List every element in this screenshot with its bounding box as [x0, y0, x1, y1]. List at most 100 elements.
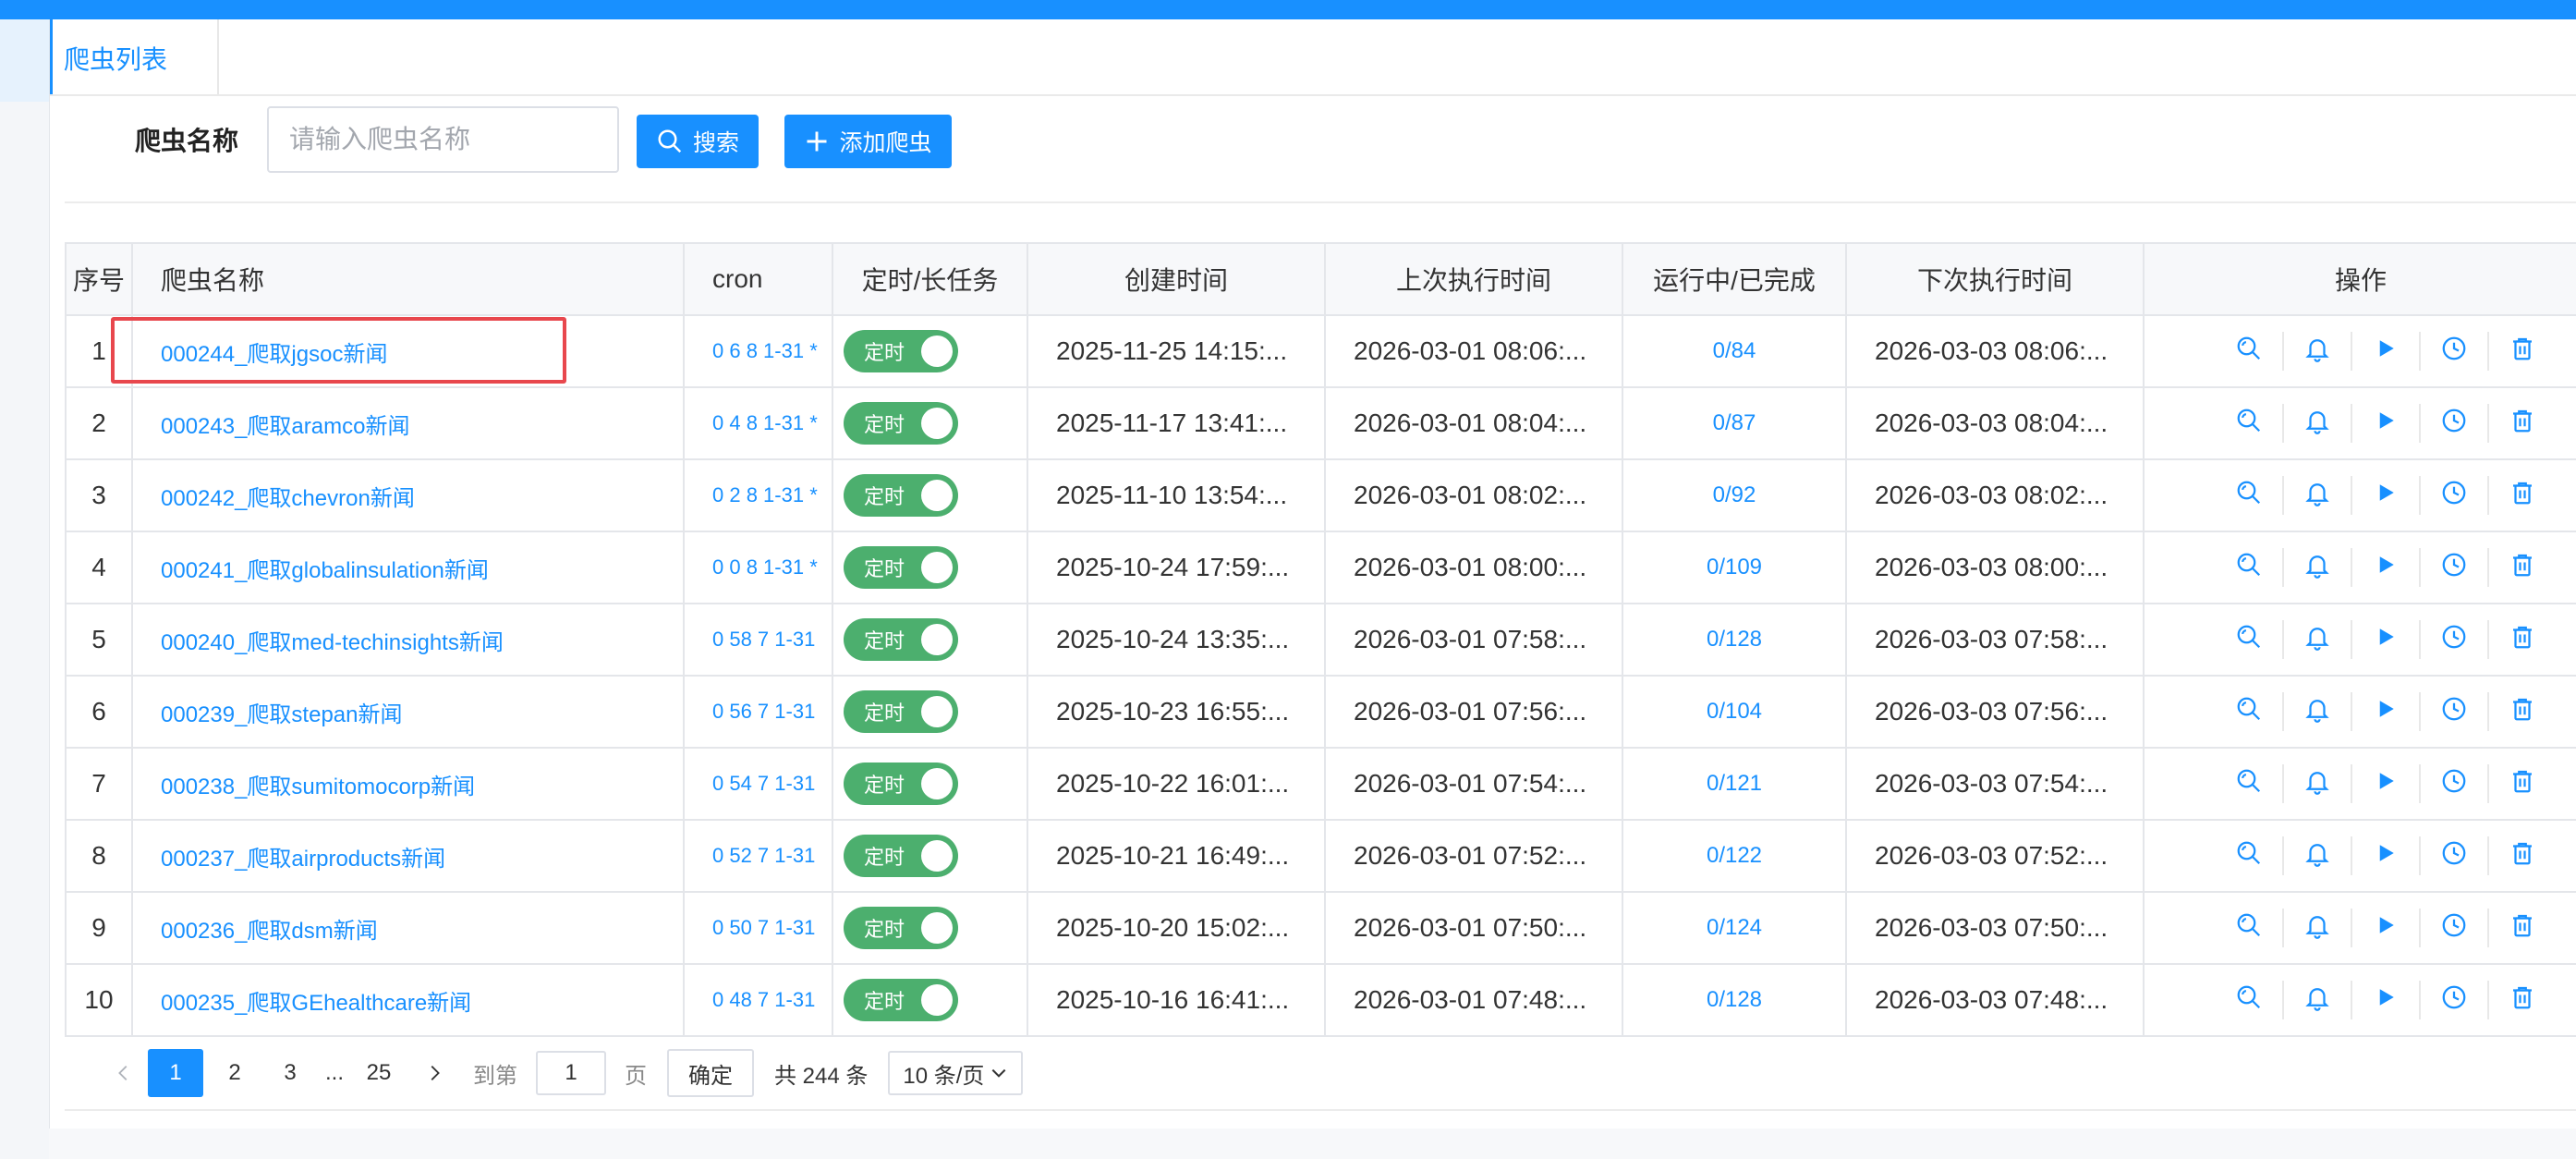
clock-action-button[interactable] — [2421, 836, 2489, 875]
spider-name-link[interactable]: 000241_爬取globalinsulation新闻 — [131, 531, 685, 604]
search-action-button[interactable] — [2216, 981, 2284, 1019]
trash-action-button[interactable] — [2489, 620, 2556, 659]
trash-action-button[interactable] — [2489, 692, 2556, 731]
search-action-button[interactable] — [2216, 620, 2284, 659]
bell-action-button[interactable] — [2284, 404, 2352, 443]
schedule-toggle[interactable]: 定时 — [844, 979, 958, 1021]
cron-value[interactable]: 0 58 7 1-31 — [683, 603, 833, 677]
play-action-button[interactable] — [2352, 981, 2421, 1019]
bell-action-button[interactable] — [2284, 620, 2352, 659]
spider-name-link[interactable]: 000236_爬取dsm新闻 — [131, 891, 685, 965]
running-done-count[interactable]: 0/109 — [1622, 531, 1847, 604]
goto-page-input[interactable] — [536, 1051, 606, 1095]
search-action-button[interactable] — [2216, 909, 2284, 947]
spider-name-link[interactable]: 000238_爬取sumitomocorp新闻 — [131, 747, 685, 821]
cron-value[interactable]: 0 6 8 1-31 * — [683, 314, 833, 388]
search-button[interactable]: 搜索 — [637, 115, 759, 168]
clock-action-button[interactable] — [2421, 909, 2489, 947]
trash-action-button[interactable] — [2489, 332, 2556, 371]
search-action-button[interactable] — [2216, 404, 2284, 443]
page-1-button[interactable]: 1 — [148, 1049, 203, 1097]
page-ellipsis[interactable]: ... — [322, 1049, 347, 1097]
bell-action-button[interactable] — [2284, 692, 2352, 731]
play-action-button[interactable] — [2352, 476, 2421, 515]
running-done-count[interactable]: 0/121 — [1622, 747, 1847, 821]
play-action-button[interactable] — [2352, 909, 2421, 947]
confirm-button[interactable]: 确定 — [667, 1049, 754, 1097]
trash-action-button[interactable] — [2489, 909, 2556, 947]
play-action-button[interactable] — [2352, 836, 2421, 875]
schedule-toggle[interactable]: 定时 — [844, 402, 958, 445]
running-done-count[interactable]: 0/128 — [1622, 963, 1847, 1037]
search-action-button[interactable] — [2216, 764, 2284, 803]
bell-action-button[interactable] — [2284, 836, 2352, 875]
search-action-button[interactable] — [2216, 692, 2284, 731]
clock-action-button[interactable] — [2421, 404, 2489, 443]
sidebar-active-item[interactable] — [0, 19, 49, 102]
play-action-button[interactable] — [2352, 332, 2421, 371]
clock-action-button[interactable] — [2421, 692, 2489, 731]
add-spider-button[interactable]: 添加爬虫 — [784, 115, 952, 168]
schedule-toggle[interactable]: 定时 — [844, 618, 958, 661]
trash-action-button[interactable] — [2489, 981, 2556, 1019]
trash-action-button[interactable] — [2489, 764, 2556, 803]
schedule-toggle[interactable]: 定时 — [844, 546, 958, 589]
spider-name-link[interactable]: 000235_爬取GEhealthcare新闻 — [131, 963, 685, 1037]
bell-action-button[interactable] — [2284, 332, 2352, 371]
spider-name-link[interactable]: 000240_爬取med-techinsights新闻 — [131, 603, 685, 677]
clock-action-button[interactable] — [2421, 620, 2489, 659]
cron-value[interactable]: 0 4 8 1-31 * — [683, 386, 833, 460]
spider-name-link[interactable]: 000243_爬取aramco新闻 — [131, 386, 685, 460]
clock-action-button[interactable] — [2421, 476, 2489, 515]
running-done-count[interactable]: 0/84 — [1622, 314, 1847, 388]
bell-action-button[interactable] — [2284, 981, 2352, 1019]
running-done-count[interactable]: 0/104 — [1622, 675, 1847, 749]
spider-name-input[interactable] — [267, 106, 619, 173]
trash-action-button[interactable] — [2489, 836, 2556, 875]
running-done-count[interactable]: 0/122 — [1622, 819, 1847, 893]
page-size-select[interactable]: 10 条/页 — [888, 1051, 1024, 1095]
schedule-toggle[interactable]: 定时 — [844, 907, 958, 949]
bell-action-button[interactable] — [2284, 909, 2352, 947]
page-25-button[interactable]: 25 — [355, 1049, 403, 1097]
running-done-count[interactable]: 0/92 — [1622, 458, 1847, 532]
cron-value[interactable]: 0 48 7 1-31 — [683, 963, 833, 1037]
search-action-button[interactable] — [2216, 548, 2284, 587]
clock-action-button[interactable] — [2421, 981, 2489, 1019]
running-done-count[interactable]: 0/128 — [1622, 603, 1847, 677]
cron-value[interactable]: 0 0 8 1-31 * — [683, 531, 833, 604]
clock-action-button[interactable] — [2421, 332, 2489, 371]
cron-value[interactable]: 0 50 7 1-31 — [683, 891, 833, 965]
search-action-button[interactable] — [2216, 332, 2284, 371]
cron-value[interactable]: 0 54 7 1-31 — [683, 747, 833, 821]
play-action-button[interactable] — [2352, 764, 2421, 803]
clock-action-button[interactable] — [2421, 764, 2489, 803]
page-3-button[interactable]: 3 — [266, 1049, 314, 1097]
tab-spider-list[interactable]: 爬虫列表 — [50, 19, 219, 94]
running-done-count[interactable]: 0/87 — [1622, 386, 1847, 460]
cron-value[interactable]: 0 52 7 1-31 — [683, 819, 833, 893]
page-2-button[interactable]: 2 — [211, 1049, 259, 1097]
spider-name-link[interactable]: 000242_爬取chevron新闻 — [131, 458, 685, 532]
trash-action-button[interactable] — [2489, 404, 2556, 443]
play-action-button[interactable] — [2352, 548, 2421, 587]
play-action-button[interactable] — [2352, 620, 2421, 659]
schedule-toggle[interactable]: 定时 — [844, 330, 958, 372]
prev-page-button[interactable] — [100, 1049, 148, 1097]
running-done-count[interactable]: 0/124 — [1622, 891, 1847, 965]
trash-action-button[interactable] — [2489, 476, 2556, 515]
clock-action-button[interactable] — [2421, 548, 2489, 587]
play-action-button[interactable] — [2352, 692, 2421, 731]
next-page-button[interactable] — [410, 1049, 458, 1097]
bell-action-button[interactable] — [2284, 764, 2352, 803]
play-action-button[interactable] — [2352, 404, 2421, 443]
cron-value[interactable]: 0 56 7 1-31 — [683, 675, 833, 749]
search-action-button[interactable] — [2216, 476, 2284, 515]
bell-action-button[interactable] — [2284, 548, 2352, 587]
schedule-toggle[interactable]: 定时 — [844, 835, 958, 877]
schedule-toggle[interactable]: 定时 — [844, 762, 958, 805]
schedule-toggle[interactable]: 定时 — [844, 474, 958, 517]
spider-name-link[interactable]: 000239_爬取stepan新闻 — [131, 675, 685, 749]
bell-action-button[interactable] — [2284, 476, 2352, 515]
trash-action-button[interactable] — [2489, 548, 2556, 587]
